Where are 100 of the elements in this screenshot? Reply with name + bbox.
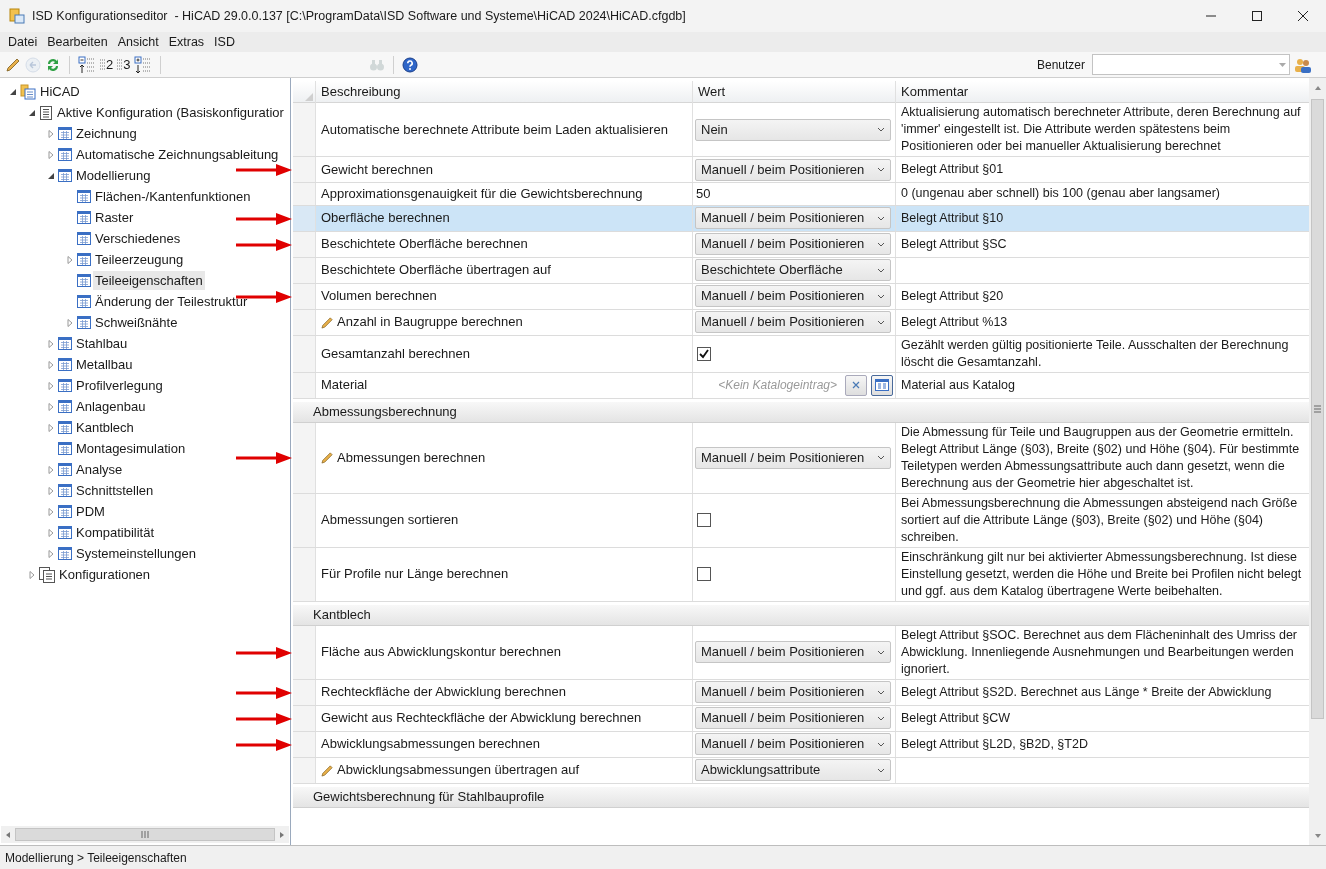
scrollbar-thumb[interactable] xyxy=(1311,99,1324,719)
row-header[interactable] xyxy=(293,731,316,757)
catalog-button[interactable] xyxy=(871,374,893,396)
expand-triangle-icon[interactable] xyxy=(47,150,55,159)
checkbox[interactable] xyxy=(697,567,711,581)
row-header[interactable] xyxy=(293,705,316,731)
scrollbar-thumb[interactable] xyxy=(15,828,275,841)
row-header[interactable] xyxy=(293,679,316,705)
help-icon[interactable] xyxy=(402,56,419,73)
tree-item[interactable]: Aktive Konfiguration (Basiskonfiguratior xyxy=(55,103,286,122)
pencil-icon[interactable] xyxy=(5,56,21,73)
value-dropdown[interactable]: Manuell / beim Positionieren xyxy=(695,446,891,469)
tree-item[interactable]: Analyse xyxy=(74,460,125,479)
grid-row[interactable] xyxy=(293,625,1309,680)
level-button[interactable]: 2 xyxy=(100,55,114,74)
row-header[interactable] xyxy=(293,257,316,283)
tree-item[interactable]: Konfigurationen xyxy=(57,565,153,584)
section-header[interactable]: Gewichtsberechnung für Stahlbauprofile xyxy=(293,786,1309,808)
vertical-scrollbar[interactable] xyxy=(1309,78,1326,845)
collapse-triangle-icon[interactable] xyxy=(28,108,36,117)
tree-item[interactable]: Modellierung xyxy=(74,166,153,185)
grid-row[interactable]: Abwicklungsabmessungen berechnen Manuell / beim Positionieren Belegt Attribut §L2D, §B2D, §T2D xyxy=(293,731,1309,758)
tree-item[interactable]: Automatische Zeichnungsableitung xyxy=(74,145,281,164)
expand-triangle-icon[interactable] xyxy=(66,255,74,264)
section-header[interactable]: Kantblech xyxy=(293,604,1309,626)
grid-row[interactable]: Material <Kein Katalogeintrag> Material aus Katalog xyxy=(293,372,1309,399)
tree-item[interactable]: Anlagenbau xyxy=(74,397,148,416)
expand-triangle-icon[interactable] xyxy=(66,318,74,327)
expand-triangle-icon[interactable] xyxy=(47,549,55,558)
expand-triangle-icon[interactable] xyxy=(47,528,55,537)
expand-triangle-icon[interactable] xyxy=(47,423,55,432)
expand-triangle-icon[interactable] xyxy=(47,381,55,390)
tree-item[interactable]: HiCAD xyxy=(38,82,82,101)
grid-row[interactable] xyxy=(293,422,1309,494)
value-dropdown[interactable]: Manuell / beim Positionieren xyxy=(695,681,891,703)
menu-item[interactable]: Datei xyxy=(3,32,43,52)
row-header[interactable] xyxy=(293,335,316,372)
tree-item[interactable]: Schnittstellen xyxy=(74,481,156,500)
tree-item[interactable]: Änderung der Teilestruktur xyxy=(93,292,250,311)
value-dropdown[interactable]: Manuell / beim Positionieren xyxy=(695,158,891,181)
row-header[interactable] xyxy=(293,283,316,309)
row-header[interactable] xyxy=(293,372,316,398)
menu-item[interactable]: Extras xyxy=(163,32,210,52)
grid-row[interactable]: Gesamtanzahl berechnen Gezählt werden gültig positionierte Teile. Ausschalten der Berechnung löscht die Gesamtanzahl. xyxy=(293,335,1309,373)
expand-triangle-icon[interactable] xyxy=(47,465,55,474)
grid-row[interactable] xyxy=(293,547,1309,602)
grid-row[interactable]: Rechteckfläche der Abwicklung berechnen Manuell / beim Positionieren Belegt Attribut §S2D. Berechnet aus Länge * Breite der Abwicklung xyxy=(293,679,1309,706)
checkbox[interactable] xyxy=(697,513,711,527)
grid-row[interactable]: Beschichtete Oberfläche berechnen Manuell / beim Positionieren Belegt Attribut §SC xyxy=(293,231,1309,258)
clear-button[interactable] xyxy=(845,374,867,396)
row-header[interactable] xyxy=(293,309,316,335)
tree-item[interactable]: Zeichnung xyxy=(74,124,139,143)
collapse-triangle-icon[interactable] xyxy=(47,171,55,180)
tree-item[interactable]: Kompatibilität xyxy=(74,523,157,542)
grid-row[interactable]: Gewicht berechnen Manuell / beim Positionieren Belegt Attribut §01 xyxy=(293,157,1309,183)
value-dropdown[interactable]: Manuell / beim Positionieren xyxy=(695,707,891,729)
expand-triangle-icon[interactable] xyxy=(47,507,55,516)
tree-item[interactable]: Raster xyxy=(93,208,136,227)
expand-triangle-icon[interactable] xyxy=(47,486,55,495)
value-dropdown[interactable]: Abwicklungsattribute xyxy=(695,759,891,781)
grid-row[interactable]: Beschichtete Oberfläche übertragen auf Beschichtete Oberfläche xyxy=(293,257,1309,284)
grid-row[interactable]: Gewicht aus Rechteckfläche der Abwicklung berechnen Manuell / beim Positionieren Belegt Attribut §CW xyxy=(293,705,1309,732)
tree-item[interactable]: Flächen-/Kantenfunktionen xyxy=(93,187,253,206)
tree-item[interactable]: Montagesimulation xyxy=(74,439,188,458)
tree-item[interactable]: Metallbau xyxy=(74,355,135,374)
column-header[interactable]: Kommentar xyxy=(896,81,1309,103)
tree-item[interactable]: Stahlbau xyxy=(74,334,130,353)
value-dropdown[interactable]: Manuell / beim Positionieren xyxy=(695,641,891,663)
expand-triangle-icon[interactable] xyxy=(47,402,55,411)
value-dropdown[interactable]: Manuell / beim Positionieren xyxy=(695,233,891,255)
row-header[interactable] xyxy=(293,757,316,783)
grid-row[interactable]: Abwicklungsabmessungen übertragen auf Abwicklungsattribute xyxy=(293,757,1309,784)
level-button[interactable]: 3 xyxy=(117,55,131,74)
value-dropdown[interactable]: Beschichtete Oberfläche xyxy=(695,259,891,281)
tree-item[interactable]: Kantblech xyxy=(74,418,136,437)
menu-item[interactable]: ISD xyxy=(209,32,240,52)
tree-item[interactable]: Teileeigenschaften xyxy=(93,271,205,290)
value-field[interactable]: 50 xyxy=(695,184,711,204)
value-dropdown[interactable]: Manuell / beim Positionieren xyxy=(695,733,891,755)
refresh-icon[interactable] xyxy=(45,56,61,73)
expand-levels-icon[interactable] xyxy=(134,55,153,74)
grid-row[interactable]: Oberfläche berechnen Manuell / beim Positionieren Belegt Attribut §10 xyxy=(293,205,1309,232)
grid-row[interactable]: Volumen berechnen Manuell / beim Positionieren Belegt Attribut §20 xyxy=(293,283,1309,310)
row-header[interactable] xyxy=(293,231,316,257)
tree-item[interactable]: Schweißnähte xyxy=(93,313,180,332)
grid-row[interactable]: Anzahl in Baugruppe berechnen Manuell / beim Positionieren Belegt Attribut %13 xyxy=(293,309,1309,336)
tree-item[interactable]: PDM xyxy=(74,502,107,521)
menu-item[interactable]: Bearbeiten xyxy=(42,32,113,52)
users-icon[interactable] xyxy=(1294,56,1312,73)
expand-triangle-icon[interactable] xyxy=(47,360,55,369)
grid-row[interactable]: Approximationsgenauigkeit für die Gewichtsberechnung 50 0 (ungenau aber schnell) bis 100 (genau aber langsamer) xyxy=(293,183,1309,206)
section-header[interactable]: Abmessungsberechnung xyxy=(293,401,1309,423)
horizontal-scrollbar[interactable] xyxy=(1,826,289,843)
grid-row[interactable] xyxy=(293,103,1309,157)
checkbox[interactable] xyxy=(697,346,711,361)
expand-triangle-icon[interactable] xyxy=(47,129,55,138)
value-dropdown[interactable]: Manuell / beim Positionieren xyxy=(695,285,891,307)
value-dropdown[interactable]: Manuell / beim Positionieren xyxy=(695,207,891,229)
expand-triangle-icon[interactable] xyxy=(47,339,55,348)
collapse-levels-icon[interactable] xyxy=(78,55,96,74)
